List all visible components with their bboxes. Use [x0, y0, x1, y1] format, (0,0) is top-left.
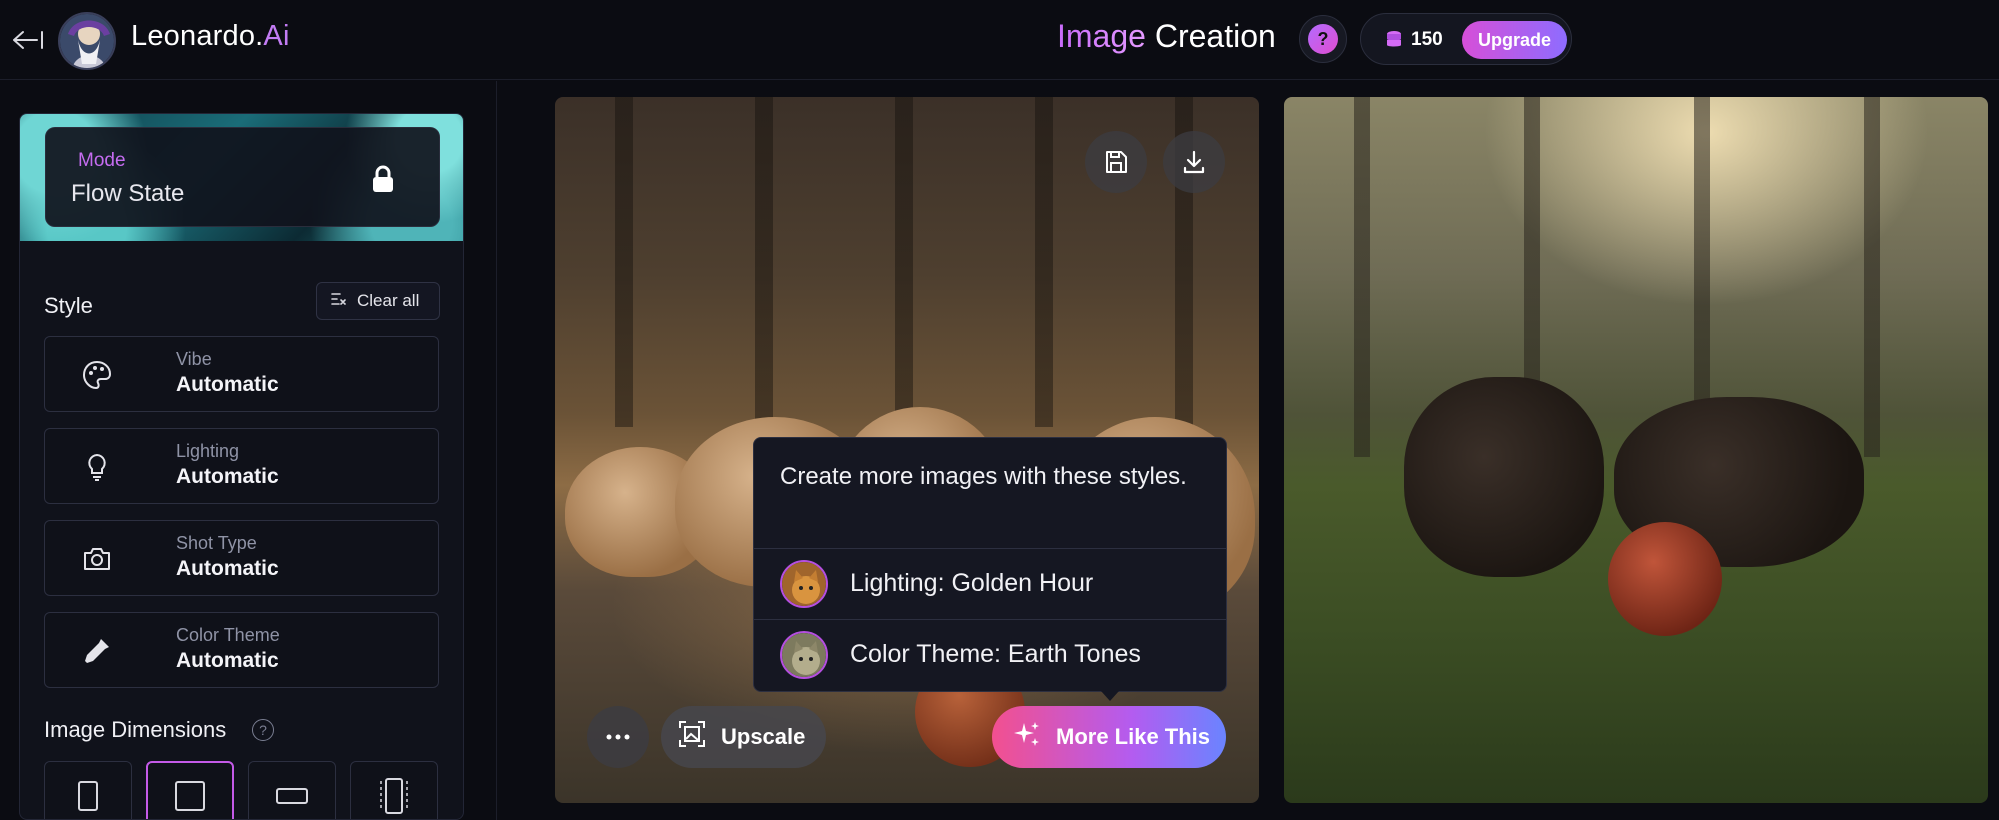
token-balance: 150 Upgrade	[1360, 13, 1572, 65]
portrait-icon	[78, 781, 98, 811]
lighting-label: Lighting	[176, 441, 240, 461]
tooltip-style-row[interactable]: Color Theme: Earth Tones	[754, 619, 1226, 689]
shot-type-label: Shot Type	[176, 533, 257, 553]
dimension-portrait[interactable]	[44, 761, 132, 819]
help-icon: ?	[1308, 24, 1338, 54]
ellipsis-icon	[606, 734, 630, 740]
image-dimensions-title: Image Dimensions	[44, 717, 227, 742]
dimension-tall[interactable]	[350, 761, 438, 819]
image-background	[1284, 97, 1988, 457]
sparkle-icon	[1012, 719, 1042, 755]
download-icon	[1183, 150, 1205, 174]
style-section-title: Style	[44, 293, 93, 318]
more-options-button[interactable]	[587, 706, 649, 768]
vibe-option[interactable]: Vibe Automatic	[44, 336, 439, 412]
more-like-this-button[interactable]: More Like This	[992, 706, 1226, 768]
dimension-landscape[interactable]	[248, 761, 336, 819]
download-button[interactable]	[1163, 131, 1225, 193]
palette-icon	[81, 359, 113, 391]
ball-figure	[1608, 522, 1722, 636]
cat-thumbnail	[780, 560, 828, 608]
mode-label: Mode	[78, 150, 126, 171]
lock-icon	[370, 165, 396, 198]
mode-banner: Mode Flow State	[20, 114, 463, 241]
clear-icon	[329, 290, 347, 313]
lighting-option[interactable]: Lighting Automatic	[44, 428, 439, 504]
tooltip-row-text: Color Theme: Earth Tones	[850, 640, 1141, 668]
tooltip-style-row[interactable]: Lighting: Golden Hour	[754, 548, 1226, 618]
square-icon	[175, 781, 205, 811]
color-theme-value: Automatic	[176, 649, 279, 672]
dimension-square[interactable]	[146, 761, 234, 819]
back-arrow-icon[interactable]	[8, 22, 48, 58]
page-title: Image Creation	[1057, 18, 1276, 54]
landscape-icon	[276, 788, 308, 804]
upscale-label: Upscale	[721, 724, 806, 749]
dimensions-help-icon[interactable]: ?	[252, 719, 274, 741]
save-icon	[1106, 151, 1127, 173]
vibe-label: Vibe	[176, 349, 212, 369]
clear-all-button[interactable]: Clear all	[316, 282, 440, 320]
token-count: 150	[1411, 29, 1443, 50]
lighting-value: Automatic	[176, 465, 279, 488]
settings-panel: Mode Flow State Style Clear all Vibe Aut…	[19, 113, 464, 820]
cat-thumbnail	[780, 631, 828, 679]
upgrade-button[interactable]: Upgrade	[1462, 21, 1567, 59]
image-background	[555, 97, 1259, 427]
color-theme-label: Color Theme	[176, 625, 280, 645]
top-bar: Leonardo.Ai Image Creation ? 150 Upgrade	[0, 0, 1999, 80]
upscale-icon	[677, 719, 707, 755]
tall-icon	[380, 778, 408, 814]
more-like-this-label: More Like This	[1056, 724, 1211, 749]
save-button[interactable]	[1085, 131, 1147, 193]
lightbulb-icon	[81, 451, 113, 483]
eyedropper-icon	[81, 635, 113, 667]
puppy-figure	[1404, 377, 1604, 577]
camera-icon	[81, 543, 113, 575]
shot-type-value: Automatic	[176, 557, 279, 580]
sidebar: Mode Flow State Style Clear all Vibe Aut…	[0, 81, 497, 820]
avatar[interactable]	[58, 12, 116, 70]
tooltip-row-text: Lighting: Golden Hour	[850, 569, 1094, 597]
tooltip-text: Create more images with these styles.	[780, 463, 1187, 490]
mode-selector[interactable]: Mode Flow State	[45, 127, 440, 227]
upscale-button[interactable]: Upscale	[661, 706, 826, 768]
generated-image-2[interactable]	[1284, 97, 1988, 803]
brand-name[interactable]: Leonardo.Ai	[131, 20, 290, 53]
help-button[interactable]: ?	[1299, 15, 1347, 63]
coins-icon	[1385, 29, 1403, 56]
shot-type-option[interactable]: Shot Type Automatic	[44, 520, 439, 596]
style-tooltip: Create more images with these styles. Li…	[753, 437, 1227, 701]
color-theme-option[interactable]: Color Theme Automatic	[44, 612, 439, 688]
vibe-value: Automatic	[176, 373, 279, 396]
mode-value: Flow State	[71, 180, 185, 207]
clear-all-label: Clear all	[357, 291, 420, 310]
